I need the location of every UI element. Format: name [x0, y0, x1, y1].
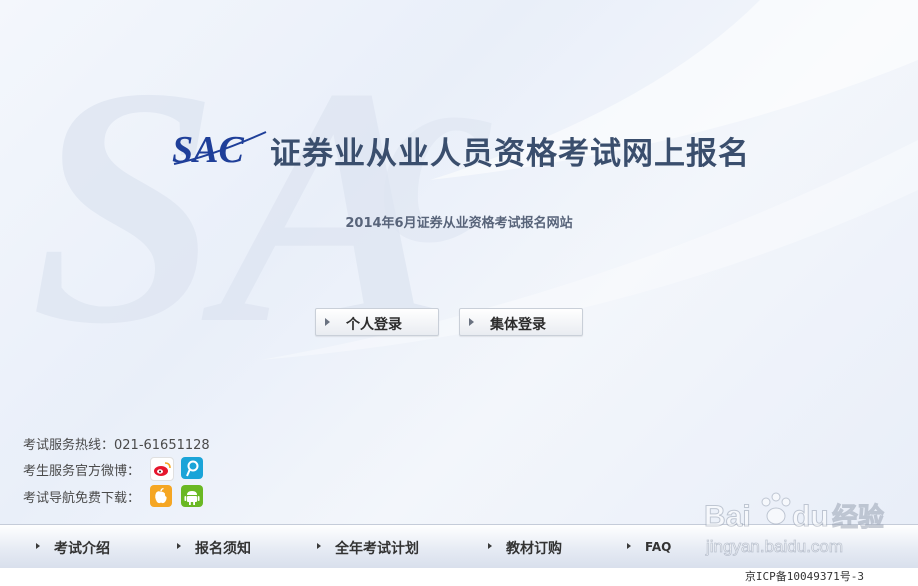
android-app-icon[interactable] [181, 485, 203, 507]
arrow-right-icon [317, 543, 321, 549]
svg-text:du: du [792, 500, 829, 533]
arrow-right-icon [488, 543, 492, 549]
sac-logo: SAC [172, 129, 267, 168]
arrow-right-icon [469, 318, 474, 326]
svg-text:Bai: Bai [704, 500, 751, 533]
nav-label: 报名须知 [195, 541, 251, 557]
nav-label: 考试介绍 [54, 541, 110, 557]
arrow-right-icon [325, 318, 330, 326]
group-login-label: 集体登录 [490, 317, 546, 333]
nav-label: FAQ [645, 540, 672, 554]
page-subtitle: 2014年6月证券从业资格考试报名网站 [345, 216, 573, 231]
svg-text:jingyan.baidu.com: jingyan.baidu.com [705, 537, 843, 556]
group-login-button[interactable]: 集体登录 [459, 308, 583, 336]
icp-record: 京ICP备10049371号-3 [744, 570, 864, 583]
hotline-text: 考试服务热线：021-61651128 [23, 438, 210, 453]
page: SA c SAC 证券业从业人员资格考试网上报名 2014年6月证券从业资格考试… [0, 0, 918, 586]
tencent-weibo-icon[interactable] [181, 457, 203, 479]
arrow-right-icon [627, 543, 631, 549]
nav-label: 全年考试计划 [335, 541, 419, 557]
weibo-label: 考生服务官方微博： [23, 464, 141, 479]
svg-text:经验: 经验 [832, 502, 884, 533]
arrow-right-icon [177, 543, 181, 549]
personal-login-label: 个人登录 [346, 317, 402, 333]
arrow-right-icon [36, 543, 40, 549]
apple-app-icon[interactable] [150, 485, 172, 507]
download-label: 考试导航免费下载： [23, 491, 141, 506]
personal-login-button[interactable]: 个人登录 [315, 308, 439, 336]
baidu-jingyan-watermark: Bai du 经验 jingyan.baidu.com [704, 492, 885, 556]
nav-label: 教材订购 [506, 541, 562, 557]
page-title: 证券业从业人员资格考试网上报名 [270, 136, 750, 172]
sina-weibo-icon[interactable] [150, 457, 174, 481]
